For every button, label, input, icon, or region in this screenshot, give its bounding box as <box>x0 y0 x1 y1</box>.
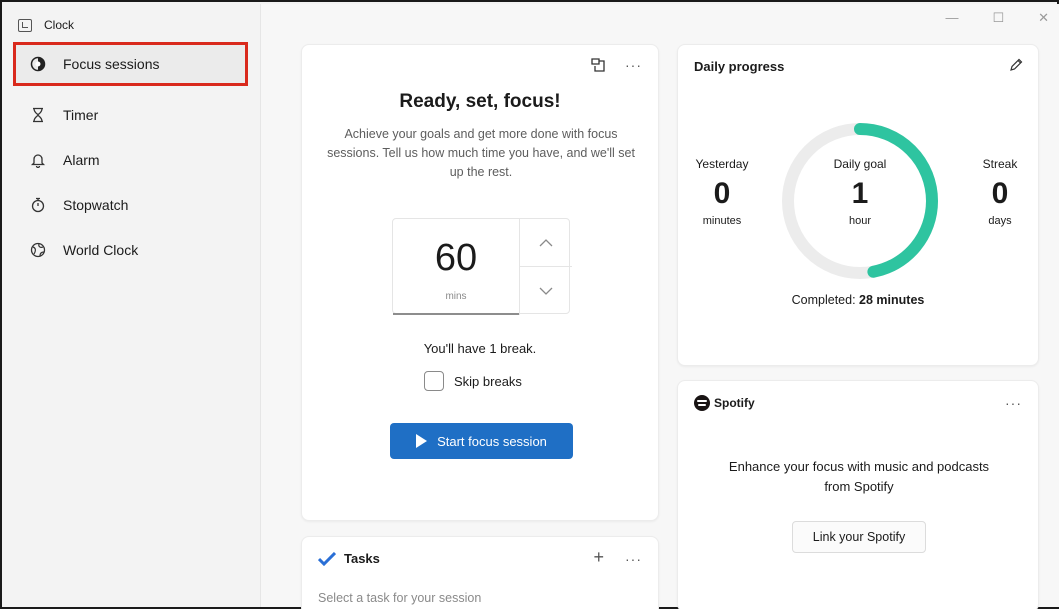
streak-stat: Streak 0 days <box>960 157 1040 227</box>
main-content: — ☐ ✕ ··· Ready, set, focus! Achieve you… <box>260 4 1059 609</box>
streak-value: 0 <box>991 177 1009 210</box>
play-icon <box>416 434 428 448</box>
minutes-stepper[interactable]: 60 mins <box>392 218 572 315</box>
focus-more-button[interactable]: ··· <box>625 57 642 73</box>
sidebar-item-stopwatch[interactable]: Stopwatch <box>18 186 246 224</box>
spotify-brand: Spotify <box>714 396 755 410</box>
sidebar-item-label: Focus sessions <box>63 56 160 72</box>
task-select-placeholder[interactable]: Select a task for your session <box>318 591 481 605</box>
increase-button[interactable] <box>520 219 572 267</box>
yesterday-unit: minutes <box>702 215 742 227</box>
yesterday-stat: Yesterday 0 minutes <box>682 157 762 227</box>
daily-goal-stat[interactable]: Daily goal 1 hour <box>808 157 912 227</box>
tasks-more-button[interactable]: ··· <box>625 551 642 567</box>
break-info: You'll have 1 break. <box>423 341 537 356</box>
sidebar-item-label: World Clock <box>63 242 139 258</box>
streak-unit: days <box>988 215 1012 227</box>
focus-description: Achieve your goals and get more done wit… <box>327 127 635 179</box>
completed-summary: Completed: 28 minutes <box>678 293 1038 307</box>
daily-progress-card: Daily progress Yesterday 0 minutes Daily… <box>677 44 1039 366</box>
stepper-arrows <box>519 219 572 315</box>
start-focus-session-label: Start focus session <box>437 433 547 449</box>
skip-breaks-checkbox[interactable] <box>424 371 444 391</box>
link-spotify-button[interactable]: Link your Spotify <box>792 521 926 553</box>
tasks-header: Tasks <box>318 551 380 566</box>
app-window: Clock Focus sessions Timer Alarm Stopwat <box>0 0 1059 609</box>
chevron-down-icon <box>539 287 553 295</box>
sidebar-item-label: Stopwatch <box>63 197 129 213</box>
minutes-unit: mins <box>445 291 467 302</box>
spotify-icon <box>694 395 710 411</box>
hourglass-icon <box>30 107 46 123</box>
yesterday-value: 0 <box>713 177 731 210</box>
close-button[interactable]: ✕ <box>1038 10 1049 26</box>
spotify-description: Enhance your focus with music and podcas… <box>728 459 990 494</box>
maximize-button[interactable]: ☐ <box>992 10 1004 26</box>
app-title-bar: Clock <box>18 14 74 36</box>
minutes-value: 60 <box>434 237 478 279</box>
daily-goal-value: 1 <box>851 177 869 210</box>
decrease-button[interactable] <box>520 267 572 315</box>
checkmark-icon <box>318 551 336 566</box>
focus-card: ··· Ready, set, focus! Achieve your goal… <box>301 44 659 521</box>
sidebar-item-alarm[interactable]: Alarm <box>18 141 246 179</box>
minutes-display[interactable]: 60 mins <box>393 219 519 315</box>
spotify-logo: Spotify <box>694 395 755 411</box>
sidebar: Clock Focus sessions Timer Alarm Stopwat <box>4 4 260 607</box>
add-task-button[interactable]: + <box>593 547 604 568</box>
tasks-card: Tasks + ··· Select a task for your sessi… <box>301 536 659 609</box>
globe-icon <box>30 242 46 258</box>
sidebar-item-label: Timer <box>63 107 99 123</box>
daily-goal-label: Daily goal <box>833 157 887 171</box>
spotify-card: Spotify ··· Enhance your focus with musi… <box>677 380 1039 609</box>
sidebar-item-world-clock[interactable]: World Clock <box>18 231 246 269</box>
compact-view-icon[interactable] <box>590 57 606 78</box>
yesterday-label: Yesterday <box>695 157 749 171</box>
daily-progress-title: Daily progress <box>694 59 785 74</box>
tasks-title: Tasks <box>344 551 380 566</box>
sidebar-item-focus-sessions[interactable]: Focus sessions <box>13 42 248 86</box>
clock-app-icon <box>18 18 32 32</box>
edit-icon[interactable] <box>1008 57 1024 78</box>
bell-icon <box>30 152 46 168</box>
streak-label: Streak <box>982 157 1018 171</box>
sidebar-item-label: Alarm <box>63 152 100 168</box>
focus-icon <box>30 56 46 72</box>
focus-title: Ready, set, focus! <box>399 91 561 112</box>
sidebar-item-timer[interactable]: Timer <box>18 96 246 134</box>
minimize-button[interactable]: — <box>945 10 958 26</box>
daily-goal-unit: hour <box>848 215 872 227</box>
skip-breaks-label: Skip breaks <box>454 373 522 389</box>
completed-prefix: Completed: <box>791 293 856 307</box>
spotify-more-button[interactable]: ··· <box>1005 395 1022 411</box>
chevron-up-icon <box>539 238 553 246</box>
window-controls: — ☐ ✕ <box>945 10 1049 26</box>
start-focus-session-button[interactable]: Start focus session <box>390 423 573 459</box>
stopwatch-icon <box>30 197 46 213</box>
skip-breaks-row[interactable]: Skip breaks <box>424 371 522 391</box>
app-title: Clock <box>44 18 75 32</box>
completed-value: 28 minutes <box>859 293 925 307</box>
